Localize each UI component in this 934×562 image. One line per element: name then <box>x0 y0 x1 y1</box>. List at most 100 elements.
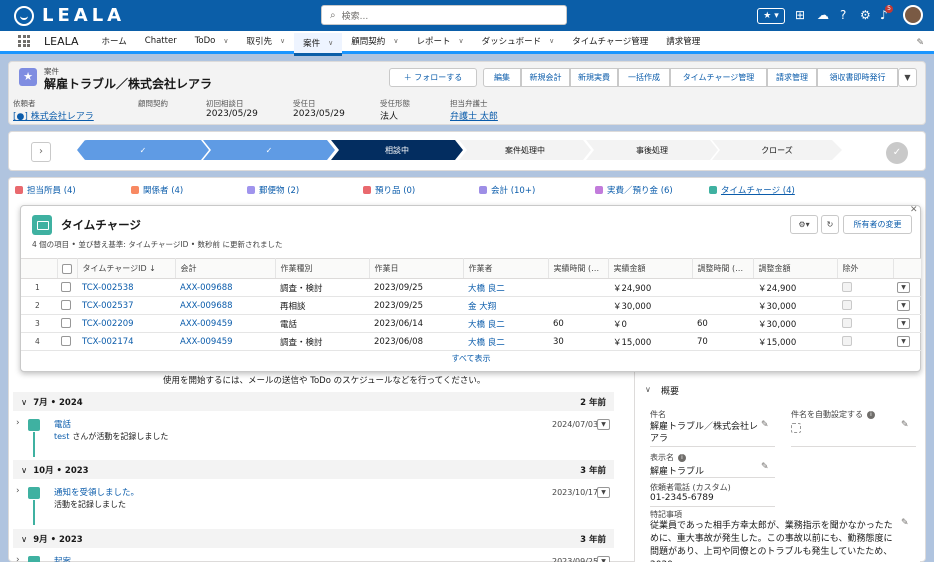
nav-item-4[interactable]: 案件 ∨ <box>294 32 343 56</box>
edit-display-name-icon[interactable]: ✎ <box>761 462 769 472</box>
edit-nav-icon[interactable]: ✎ <box>916 38 924 48</box>
quick-link-0[interactable]: 担当所員 (4) <box>15 184 76 196</box>
action-button-0[interactable]: 編集 <box>483 68 521 87</box>
close-icon[interactable]: ✕ <box>910 205 918 215</box>
cell-id[interactable]: TCX-002174 <box>77 332 175 351</box>
row-checkbox[interactable] <box>61 282 71 293</box>
follow-button[interactable]: ＋ フォローする <box>389 68 477 87</box>
user-avatar[interactable] <box>903 5 923 25</box>
quick-link-4[interactable]: 会計 (10+) <box>479 184 535 196</box>
activity-month-header[interactable]: ∨ 9月 • 2023 3 年前 <box>13 529 614 548</box>
add-icon[interactable]: ⊞ <box>795 8 805 22</box>
chevron-down-icon[interactable]: ∨ <box>549 37 554 45</box>
cell-worker[interactable]: 金 大翔 <box>463 296 548 315</box>
quick-link-2[interactable]: 郵便物 (2) <box>247 184 299 196</box>
cell-account[interactable]: AXX-009688 <box>175 296 275 315</box>
nav-item-5[interactable]: 顧問契約 ∨ <box>342 30 407 53</box>
activity-action-dropdown[interactable]: ▼ <box>597 556 610 562</box>
path-stage-2[interactable]: 相談中 <box>331 140 463 160</box>
info-icon[interactable]: i <box>867 410 875 419</box>
app-launcher-icon[interactable] <box>18 35 30 47</box>
nav-item-1[interactable]: Chatter <box>136 30 186 53</box>
expand-chevron-icon[interactable]: › <box>16 418 20 428</box>
action-button-6[interactable]: 領収書即時発行 <box>817 68 898 87</box>
activity-title-link[interactable]: 起案 <box>54 555 71 562</box>
cell-worker[interactable]: 大橋 良二 <box>463 332 548 351</box>
cell-account[interactable]: AXX-009688 <box>175 278 275 297</box>
nav-item-2[interactable]: ToDo ∨ <box>186 30 238 53</box>
column-header-4[interactable]: 作業者 <box>463 258 549 279</box>
auto-name-checkbox[interactable] <box>791 423 801 433</box>
quick-link-1[interactable]: 関係者 (4) <box>131 184 183 196</box>
cell-account[interactable]: AXX-009459 <box>175 332 275 351</box>
nav-item-7[interactable]: ダッシュボード ∨ <box>473 30 564 53</box>
header-field-value[interactable]: 弁護士 太郎 <box>450 109 498 122</box>
nav-item-3[interactable]: 取引先 ∨ <box>238 30 295 53</box>
quick-link-3[interactable]: 預り品 (0) <box>363 184 415 196</box>
expand-chevron-icon[interactable]: › <box>16 555 20 562</box>
view-all-link[interactable]: すべて表示 <box>21 353 921 364</box>
row-action-dropdown[interactable]: ▼ <box>897 318 910 329</box>
cloud-icon[interactable]: ☁ <box>817 8 829 22</box>
mark-complete-button[interactable]: ✓ <box>886 142 908 164</box>
activity-actor-link[interactable]: test <box>54 432 69 441</box>
edit-notes-icon[interactable]: ✎ <box>901 518 909 528</box>
column-header-9[interactable]: 除外 <box>837 258 894 279</box>
nav-item-8[interactable]: タイムチャージ管理 <box>563 30 657 53</box>
path-prev-button[interactable]: › <box>31 142 51 162</box>
path-stage-0[interactable]: ✓ <box>77 140 209 160</box>
header-field-value[interactable]: [●] 株式会社レアラ <box>13 109 94 122</box>
select-all-checkbox[interactable] <box>61 263 72 274</box>
action-button-1[interactable]: 新規会計 <box>521 68 570 87</box>
cell-id[interactable]: TCX-002537 <box>77 296 175 315</box>
section-chevron-icon[interactable]: ∨ <box>645 385 651 394</box>
help-icon[interactable]: ? <box>840 8 846 22</box>
row-action-dropdown[interactable]: ▼ <box>897 282 910 293</box>
path-stage-1[interactable]: ✓ <box>203 140 335 160</box>
column-header-1[interactable]: 会計 <box>175 258 276 279</box>
cell-worker[interactable]: 大橋 良二 <box>463 278 548 297</box>
column-header-2[interactable]: 作業種別 <box>275 258 370 279</box>
path-stage-3[interactable]: 案件処理中 <box>459 140 591 160</box>
action-button-3[interactable]: 一括作成 <box>618 68 670 87</box>
activity-month-header[interactable]: ∨ 7月 • 2024 2 年前 <box>13 392 614 411</box>
chevron-down-icon[interactable]: ∨ <box>280 37 285 45</box>
row-checkbox[interactable] <box>61 300 71 311</box>
activity-title-link[interactable]: 通知を受領しました。 <box>54 486 139 498</box>
row-checkbox[interactable] <box>61 318 71 329</box>
cell-worker[interactable]: 大橋 良二 <box>463 314 548 333</box>
global-search-input[interactable]: ⌕ 検索... <box>321 5 567 25</box>
expand-chevron-icon[interactable]: › <box>16 486 20 496</box>
quick-link-5[interactable]: 実費／預り金 (6) <box>595 184 673 196</box>
activity-action-dropdown[interactable]: ▼ <box>597 487 610 498</box>
row-checkbox[interactable] <box>61 336 71 347</box>
row-action-dropdown[interactable]: ▼ <box>897 336 910 347</box>
app-logo[interactable]: LEALA <box>14 5 125 26</box>
edit-case-name-icon[interactable]: ✎ <box>761 420 769 430</box>
cell-id[interactable]: TCX-002209 <box>77 314 175 333</box>
cell-id[interactable]: TCX-002538 <box>77 278 175 297</box>
gear-icon[interactable]: ⚙ <box>860 8 871 22</box>
chevron-down-icon[interactable]: ∨ <box>223 37 228 45</box>
cell-account[interactable]: AXX-009459 <box>175 314 275 333</box>
nav-item-9[interactable]: 請求管理 <box>657 30 709 53</box>
edit-auto-name-icon[interactable]: ✎ <box>901 420 909 430</box>
chevron-down-icon[interactable]: ∨ <box>328 39 333 47</box>
column-header-8[interactable]: 調整金額 <box>753 258 838 279</box>
info-icon[interactable]: i <box>678 453 686 462</box>
nav-item-0[interactable]: ホーム <box>93 30 136 53</box>
favorites-button[interactable]: ★ ▾ <box>757 8 785 24</box>
column-header-0[interactable]: タイムチャージID ↓ <box>77 258 176 279</box>
nav-item-6[interactable]: レポート ∨ <box>407 30 472 53</box>
column-header-7[interactable]: 調整時間 (… <box>692 258 754 279</box>
refresh-button[interactable]: ↻ <box>821 215 839 234</box>
row-action-dropdown[interactable]: ▼ <box>897 300 910 311</box>
activity-title-link[interactable]: 電話 <box>54 418 71 430</box>
path-stage-4[interactable]: 事後処理 <box>586 140 718 160</box>
column-header-6[interactable]: 実績金額 <box>608 258 693 279</box>
list-settings-button[interactable]: ⚙▾ <box>790 215 818 234</box>
chevron-down-icon[interactable]: ∨ <box>458 37 463 45</box>
column-header-3[interactable]: 作業日 <box>369 258 464 279</box>
change-owner-button[interactable]: 所有者の変更 <box>843 215 912 234</box>
more-actions-button[interactable]: ▼ <box>898 68 917 87</box>
